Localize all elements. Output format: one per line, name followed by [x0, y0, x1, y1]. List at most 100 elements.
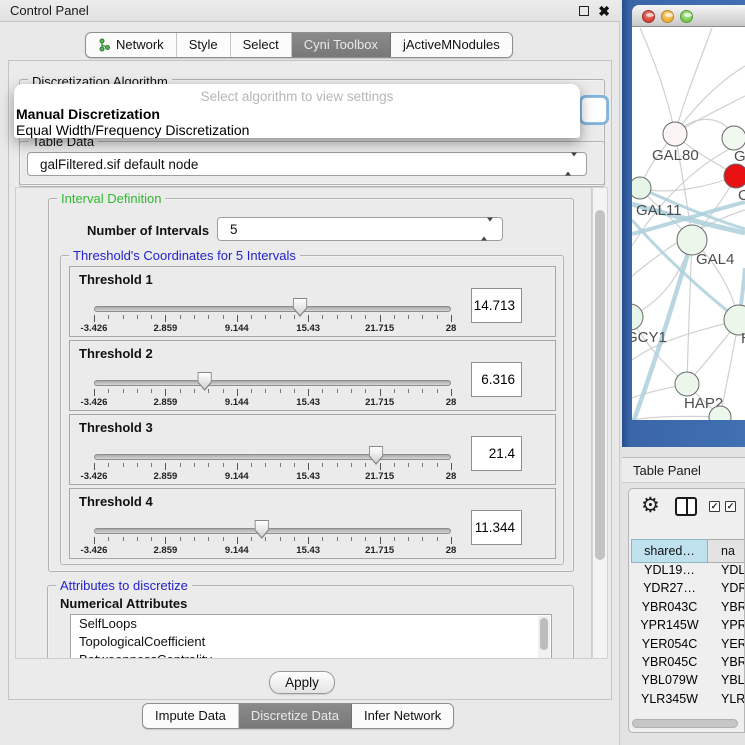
attribute-list-item[interactable]: TopologicalCoefficient	[71, 633, 551, 651]
attributes-scrollbar[interactable]	[538, 616, 550, 659]
interval-definition-label: Interval Definition	[57, 191, 165, 206]
cell-name: YBR0	[708, 600, 745, 614]
network-node-label: GAL80	[652, 147, 699, 164]
slider-scale-labels: -3.4262.8599.14415.4321.71528	[94, 323, 451, 335]
cell-name: YDL1	[708, 563, 745, 577]
cell-shared-name: YDL19…	[631, 563, 708, 577]
table-row[interactable]: YBL079WYBL0	[631, 673, 745, 691]
network-node[interactable]	[663, 122, 687, 146]
number-of-intervals-label: Number of Intervals	[87, 223, 209, 238]
slider-ticks	[94, 315, 451, 323]
threshold-value-input[interactable]: 11.344	[471, 510, 522, 545]
table-header-row: shared… na	[631, 539, 745, 563]
threshold-value-input[interactable]: 14.713	[471, 288, 522, 323]
slider-ticks	[94, 537, 451, 545]
bottom-tab-discretize-data[interactable]: Discretize Data	[239, 704, 352, 728]
algorithm-combobox[interactable]	[581, 97, 607, 123]
table-panel: ⚙ ✓ ✓ shared… na YDL19…YDL1YDR27…YDR2YBR…	[628, 488, 745, 733]
zoom-traffic-light-icon[interactable]	[680, 10, 693, 23]
network-node-label: GAL4	[696, 251, 734, 268]
bottom-tab-impute-data[interactable]: Impute Data	[143, 704, 239, 728]
network-window-titlebar[interactable]	[632, 5, 745, 27]
tab-label: jActiveMNodules	[403, 33, 500, 57]
attribute-list-item[interactable]: SelfLoops	[71, 615, 551, 633]
checkbox-icon[interactable]: ✓	[725, 501, 736, 512]
threshold-value-input[interactable]: 6.316	[471, 362, 522, 397]
cell-shared-name: YER054C	[631, 637, 708, 651]
number-of-intervals-spinner[interactable]: 5	[217, 217, 503, 241]
tab-label: Network	[116, 33, 164, 57]
checkbox-icon[interactable]: ✓	[709, 501, 720, 512]
close-traffic-light-icon[interactable]	[642, 10, 655, 23]
float-window-icon[interactable]	[579, 6, 589, 16]
slider-scale-labels: -3.4262.8599.14415.4321.71528	[94, 545, 451, 557]
bottom-tab-label: Infer Network	[364, 704, 441, 728]
tab-label: Select	[243, 33, 279, 57]
threshold-label: Threshold 4	[79, 494, 153, 509]
attribute-list-item[interactable]: BetweennessCentrality	[71, 651, 551, 659]
network-node[interactable]	[632, 304, 643, 330]
network-node-label: C	[738, 187, 745, 204]
numerical-attributes-list[interactable]: SelfLoopsTopologicalCoefficientBetweenne…	[70, 614, 552, 659]
threshold-value-input[interactable]: 21.4	[471, 436, 522, 471]
algorithm-placeholder: Select algorithm to view settings	[14, 89, 580, 104]
numerical-attributes-label: Numerical Attributes	[60, 596, 187, 611]
algorithm-option[interactable]: Equal Width/Frequency Discretization	[16, 122, 249, 138]
table-data-selected-value: galFiltered.sif default node	[40, 153, 198, 177]
tab-network[interactable]: Network	[86, 33, 177, 57]
column-header-name[interactable]: na	[708, 539, 745, 563]
table-row[interactable]: YLR345WYLR3	[631, 692, 745, 710]
network-node-label: GA	[734, 148, 745, 165]
network-icon	[98, 38, 111, 52]
minimize-traffic-light-icon[interactable]	[661, 10, 674, 23]
table-panel-title: Table Panel	[633, 458, 701, 483]
network-canvas[interactable]: GAL80GACGAL11GAL4GCY1HHAP2	[632, 27, 745, 420]
table-row[interactable]: YBR045CYBR0	[631, 655, 745, 673]
table-data-combobox[interactable]: galFiltered.sif default node	[27, 152, 587, 176]
slider-ticks	[94, 389, 451, 397]
tab-select[interactable]: Select	[231, 33, 292, 57]
control-panel-titlebar: Control Panel ✖	[0, 0, 620, 22]
bottom-tab-infer-network[interactable]: Infer Network	[352, 704, 453, 728]
network-view-window: GAL80GACGAL11GAL4GCY1HHAP2	[622, 0, 745, 447]
network-node[interactable]	[675, 372, 699, 396]
attributes-group: Attributes to discretize Numerical Attri…	[47, 585, 574, 659]
column-header-shared-name[interactable]: shared…	[631, 539, 708, 563]
control-panel: Control Panel ✖ Network Style Select Cyni T…	[0, 0, 620, 745]
algorithm-option[interactable]: Manual Discretization	[16, 106, 160, 122]
gear-icon[interactable]: ⚙	[641, 494, 660, 518]
cell-shared-name: YPR145W	[631, 618, 708, 632]
network-node[interactable]	[724, 164, 745, 188]
settings-scrollbar[interactable]	[592, 187, 608, 659]
table-row[interactable]: YER054CYER0	[631, 637, 745, 655]
bottom-tab-label: Impute Data	[155, 704, 226, 728]
network-edge	[675, 28, 712, 134]
cell-name: YBL0	[708, 673, 745, 687]
cell-shared-name: YBR045C	[631, 655, 708, 669]
slider-track[interactable]	[94, 528, 451, 534]
table-row[interactable]: YBR043CYBR0	[631, 600, 745, 618]
apply-button[interactable]: Apply	[269, 671, 335, 694]
network-node[interactable]	[722, 126, 745, 150]
table-row[interactable]: YPR145WYPR1	[631, 618, 745, 636]
cell-name: YLR3	[708, 692, 745, 706]
tab-style[interactable]: Style	[177, 33, 231, 57]
network-edge	[640, 28, 675, 134]
slider-track[interactable]	[94, 306, 451, 312]
network-node[interactable]	[632, 177, 651, 199]
table-horizontal-scrollbar[interactable]	[632, 719, 738, 728]
table-row[interactable]: YDR27…YDR2	[631, 581, 745, 599]
tab-cyni-toolbox[interactable]: Cyni Toolbox	[292, 33, 391, 57]
slider-track[interactable]	[94, 380, 451, 386]
slider-track[interactable]	[94, 454, 451, 460]
cell-shared-name: YBL079W	[631, 673, 708, 687]
tab-jactivemnodules[interactable]: jActiveMNodules	[391, 33, 512, 57]
table-body: YDL19…YDL1YDR27…YDR2YBR043CYBR0YPR145WYP…	[631, 563, 745, 711]
cell-name: YIL0	[708, 710, 745, 711]
cell-shared-name: YLR345W	[631, 692, 708, 706]
cell-shared-name: YIL052C	[631, 710, 708, 711]
table-row[interactable]: YDL19…YDL1	[631, 563, 745, 581]
split-columns-icon[interactable]	[675, 497, 697, 516]
close-icon[interactable]: ✖	[598, 1, 610, 21]
table-row[interactable]: YIL052CYIL0	[631, 710, 745, 711]
